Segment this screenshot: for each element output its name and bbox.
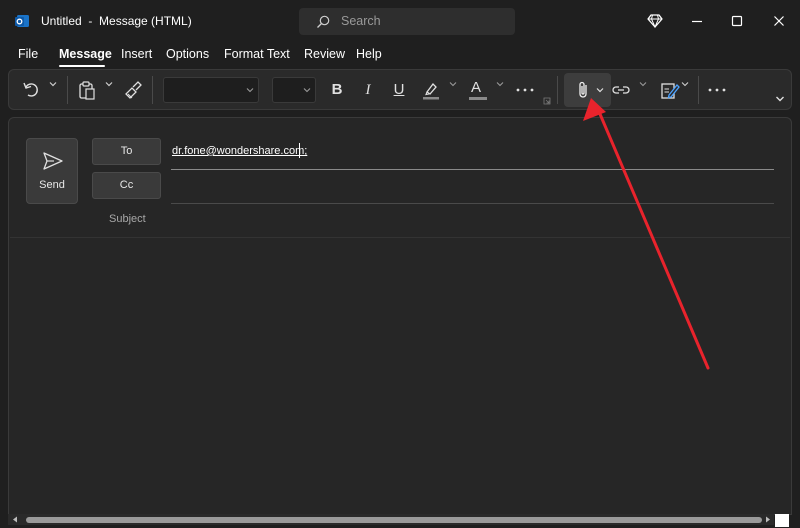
send-icon: [43, 152, 63, 170]
minimize-icon[interactable]: [688, 12, 706, 30]
ribbon-separator: [152, 76, 153, 104]
paste-icon: [79, 81, 95, 100]
signature-dropdown-chevron-icon[interactable]: [681, 80, 689, 88]
signature-button[interactable]: [660, 78, 680, 102]
font-color-dropdown-chevron-icon[interactable]: [496, 80, 504, 88]
subject-field[interactable]: [172, 212, 772, 230]
italic-button[interactable]: I: [360, 78, 376, 102]
search-box[interactable]: Search: [299, 8, 515, 35]
highlight-icon: [423, 83, 439, 100]
link-icon: [612, 86, 630, 94]
font-size-select[interactable]: [272, 77, 316, 103]
link-button[interactable]: [610, 78, 632, 102]
chevron-down-icon: [246, 88, 254, 93]
horizontal-scrollbar[interactable]: [8, 514, 774, 525]
ribbon-separator: [557, 76, 558, 104]
message-body[interactable]: [10, 238, 790, 514]
attach-file-button[interactable]: [564, 73, 611, 107]
chevron-down-icon: [303, 88, 311, 93]
font-color-icon: A: [471, 79, 482, 96]
bold-button[interactable]: B: [329, 78, 345, 102]
format-painter-button[interactable]: [123, 78, 143, 102]
to-field-underline: [171, 169, 774, 170]
outlook-icon: [15, 15, 29, 27]
scrollbar-thumb[interactable]: [26, 517, 762, 523]
font-name-select[interactable]: [163, 77, 259, 103]
search-placeholder: Search: [341, 14, 381, 28]
send-label: Send: [39, 179, 65, 191]
bold-icon: B: [331, 81, 343, 98]
to-field[interactable]: dr.fone@wondershare.com;: [172, 145, 307, 157]
collapse-ribbon-icon[interactable]: [775, 95, 785, 103]
menu-message[interactable]: Message: [59, 47, 112, 61]
cc-field[interactable]: [172, 180, 772, 198]
subject-label: Subject: [109, 213, 146, 225]
menu-help[interactable]: Help: [356, 47, 382, 61]
link-dropdown-chevron-icon[interactable]: [639, 80, 647, 88]
maximize-icon[interactable]: [728, 12, 746, 30]
diamond-icon[interactable]: [646, 12, 664, 30]
scrollbar-corner: [775, 514, 789, 527]
overflow-button[interactable]: [707, 78, 727, 102]
send-button[interactable]: Send: [26, 138, 78, 204]
undo-icon: [23, 82, 38, 97]
font-color-swatch: [469, 97, 487, 100]
window-title: Untitled - Message (HTML): [41, 14, 192, 28]
menu-options[interactable]: Options: [166, 47, 209, 61]
paste-dropdown-chevron-icon[interactable]: [105, 80, 113, 88]
scroll-right-icon[interactable]: [765, 516, 771, 523]
undo-dropdown-chevron-icon[interactable]: [49, 80, 57, 88]
overflow-icon: [708, 88, 726, 92]
active-tab-indicator: [59, 65, 105, 67]
italic-icon: I: [365, 82, 371, 98]
search-icon: [317, 15, 330, 28]
signature-icon: [661, 83, 680, 99]
ribbon-separator: [698, 76, 699, 104]
text-cursor: [299, 143, 300, 158]
menu-insert[interactable]: Insert: [121, 47, 152, 61]
highlight-button[interactable]: [421, 78, 441, 102]
underline-button[interactable]: U: [391, 78, 407, 102]
paste-button[interactable]: [77, 78, 97, 102]
highlight-dropdown-chevron-icon[interactable]: [449, 80, 457, 88]
to-button[interactable]: To: [92, 138, 161, 165]
menu-format-text[interactable]: Format Text: [224, 47, 290, 61]
cc-field-underline: [171, 203, 774, 204]
cc-button[interactable]: Cc: [92, 172, 161, 199]
menu-file[interactable]: File: [18, 47, 38, 61]
more-formatting-button[interactable]: [515, 78, 535, 102]
ribbon-toolbar: B I U A: [8, 69, 792, 110]
scroll-left-icon[interactable]: [12, 516, 18, 523]
attach-file-icon: [579, 81, 587, 98]
underline-icon: U: [393, 81, 405, 98]
ribbon-separator: [67, 76, 68, 104]
undo-button[interactable]: [21, 78, 41, 102]
menu-bar: File Message Insert Options Format Text …: [0, 42, 800, 68]
font-color-button[interactable]: A: [468, 78, 488, 102]
menu-review[interactable]: Review: [304, 47, 345, 61]
title-bar: Untitled - Message (HTML) Search: [0, 0, 800, 42]
close-icon[interactable]: [770, 12, 788, 30]
attach-dropdown-chevron-icon: [596, 88, 604, 93]
more-icon: [516, 88, 534, 92]
dialog-launcher-icon[interactable]: [543, 97, 551, 105]
format-painter-icon: [125, 81, 142, 99]
